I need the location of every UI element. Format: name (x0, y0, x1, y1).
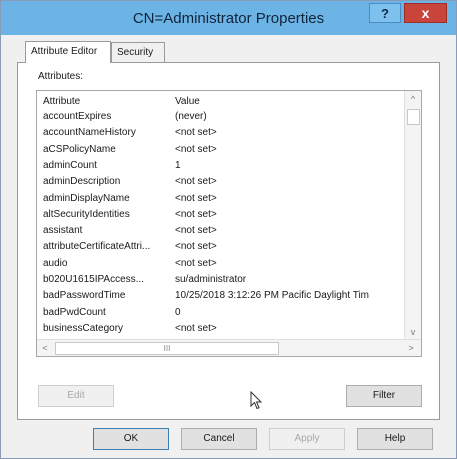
attribute-editor-panel: Attributes: Attribute Value accountExpir… (17, 62, 440, 420)
attribute-value: su/administrator (175, 274, 247, 285)
attribute-row[interactable]: accountExpires (never) (37, 109, 405, 124)
attribute-name: audio (43, 257, 68, 269)
column-header-value[interactable]: Value (175, 94, 403, 109)
attribute-value: 1 (175, 159, 181, 171)
edit-button[interactable]: Edit (38, 385, 114, 407)
scroll-up-icon[interactable]: ^ (405, 91, 421, 107)
attribute-name: aCSPolicyName (43, 143, 116, 155)
title-help-button[interactable]: ? (369, 3, 401, 23)
attribute-row[interactable]: badPasswordTime 10/25/2018 3:12:26 PM Pac… (37, 288, 405, 303)
filter-button[interactable]: Filter (346, 385, 422, 407)
attribute-row[interactable]: b020U1615IPAccess... su/administrator (37, 272, 405, 287)
attribute-value: <not set> (175, 257, 217, 269)
attribute-row[interactable]: adminDisplayName <not set> (37, 191, 405, 206)
attribute-row[interactable]: attributeCertificateAttri... <not set> (37, 239, 405, 254)
attribute-name: accountExpires (43, 111, 112, 122)
tab-attribute-editor[interactable]: Attribute Editor (25, 41, 111, 63)
attribute-value: <not set> (175, 225, 217, 237)
attribute-name: adminDescription (43, 176, 121, 188)
scroll-left-icon[interactable]: < (37, 340, 53, 356)
attribute-value: <not set> (175, 143, 217, 155)
apply-button[interactable]: Apply (269, 428, 345, 450)
properties-dialog: CN=Administrator Properties ? x Attribut… (0, 0, 457, 459)
tab-security[interactable]: Security (111, 42, 165, 62)
attribute-value: <not set> (175, 241, 217, 253)
attribute-name: b020U1615IPAccess... (43, 274, 144, 285)
scroll-right-icon[interactable]: > (403, 340, 419, 356)
attribute-name: adminDisplayName (43, 192, 130, 204)
help-button[interactable]: Help (357, 428, 433, 450)
mouse-pointer-icon (250, 391, 263, 410)
attribute-name: badPasswordTime (43, 290, 126, 302)
attribute-row[interactable]: adminCount 1 (37, 158, 405, 173)
attribute-row[interactable]: altSecurityIdentities <not set> (37, 207, 405, 222)
attribute-value: <not set> (175, 127, 217, 139)
attribute-value: (never) (175, 111, 207, 122)
attribute-name: altSecurityIdentities (43, 208, 130, 220)
horizontal-scroll-thumb[interactable]: III (55, 342, 279, 355)
attribute-name: assistant (43, 225, 83, 237)
scroll-down-icon[interactable]: v (405, 324, 421, 340)
close-button[interactable]: x (404, 3, 447, 23)
vertical-scroll-thumb[interactable] (407, 109, 420, 125)
attribute-name: businessCategory (43, 322, 124, 334)
attribute-name: attributeCertificateAttri... (43, 241, 151, 253)
attribute-row[interactable]: audio <not set> (37, 256, 405, 271)
attribute-row[interactable]: adminDescription <not set> (37, 174, 405, 189)
attribute-row[interactable]: businessCategory <not set> (37, 321, 405, 336)
attribute-name: accountNameHistory (43, 127, 136, 139)
attribute-value: <not set> (175, 208, 217, 220)
attribute-row[interactable]: accountNameHistory <not set> (37, 125, 405, 140)
attribute-value: 10/25/2018 3:12:26 PM Pacific Daylight T… (175, 290, 369, 302)
attribute-value: <not set> (175, 176, 217, 188)
attributes-label: Attributes: (38, 71, 84, 82)
attribute-row[interactable]: assistant <not set> (37, 223, 405, 238)
title-bar[interactable]: CN=Administrator Properties ? x (1, 1, 456, 35)
horizontal-scrollbar[interactable]: < III > (37, 339, 421, 356)
attribute-row[interactable]: aCSPolicyName <not set> (37, 142, 405, 157)
column-header-attribute[interactable]: Attribute (43, 94, 175, 109)
attributes-list[interactable]: Attribute Value accountExpires (never) acc… (36, 90, 422, 357)
vertical-scrollbar[interactable]: ^ v (404, 91, 421, 340)
ok-button[interactable]: OK (93, 428, 169, 450)
list-header: Attribute Value (37, 94, 405, 109)
attribute-value: <not set> (175, 322, 217, 334)
attribute-name: badPwdCount (43, 306, 106, 318)
cancel-button[interactable]: Cancel (181, 428, 257, 450)
attribute-value: <not set> (175, 192, 217, 204)
attribute-value: 0 (175, 306, 181, 318)
attribute-row[interactable]: badPwdCount 0 (37, 305, 405, 320)
attribute-name: adminCount (43, 159, 97, 171)
